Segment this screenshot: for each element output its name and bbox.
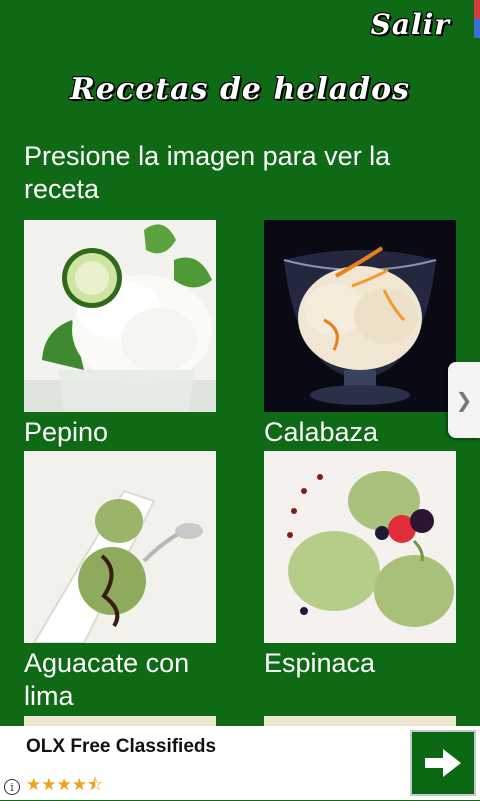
side-drawer-handle[interactable]: ❯ (448, 362, 480, 438)
info-icon[interactable]: i (4, 779, 20, 795)
instructions-text: Presione la imagen para ver la receta (24, 141, 391, 204)
page-title: Recetas de helados (69, 72, 411, 107)
recipe-card-pepino[interactable]: Pepino (24, 220, 216, 449)
app-screen: Salir Recetas de helados Presione la ima… (0, 0, 480, 800)
flag-decoration (474, 0, 480, 38)
ad-title[interactable]: OLX Free Classifieds (26, 736, 216, 758)
exit-button[interactable]: Salir (371, 8, 450, 41)
rating-stars: ★★★★⯪ (26, 775, 104, 795)
ad-cta-button[interactable] (410, 730, 476, 796)
arrow-right-icon (425, 749, 461, 777)
recipe-card-peek[interactable] (264, 716, 456, 726)
ad-banner[interactable]: OLX Free Classifieds i ★★★★⯪ (0, 726, 480, 800)
recipe-label[interactable]: Espinaca (264, 647, 456, 680)
recipe-card-calabaza[interactable]: Calabaza (264, 220, 456, 449)
recipe-image-calabaza[interactable] (264, 220, 456, 412)
recipe-card-peek[interactable] (24, 716, 216, 726)
recipe-image-aguacate[interactable] (24, 451, 216, 643)
recipe-label[interactable]: Calabaza (264, 416, 456, 449)
recipe-card-espinaca[interactable]: Espinaca (264, 451, 456, 680)
recipe-image-espinaca[interactable] (264, 451, 456, 643)
recipe-label[interactable]: Aguacate con lima (24, 647, 216, 713)
recipe-image-pepino[interactable] (24, 220, 216, 412)
recipe-card-aguacate[interactable]: Aguacate con lima (24, 451, 216, 713)
recipe-label[interactable]: Pepino (24, 416, 216, 449)
